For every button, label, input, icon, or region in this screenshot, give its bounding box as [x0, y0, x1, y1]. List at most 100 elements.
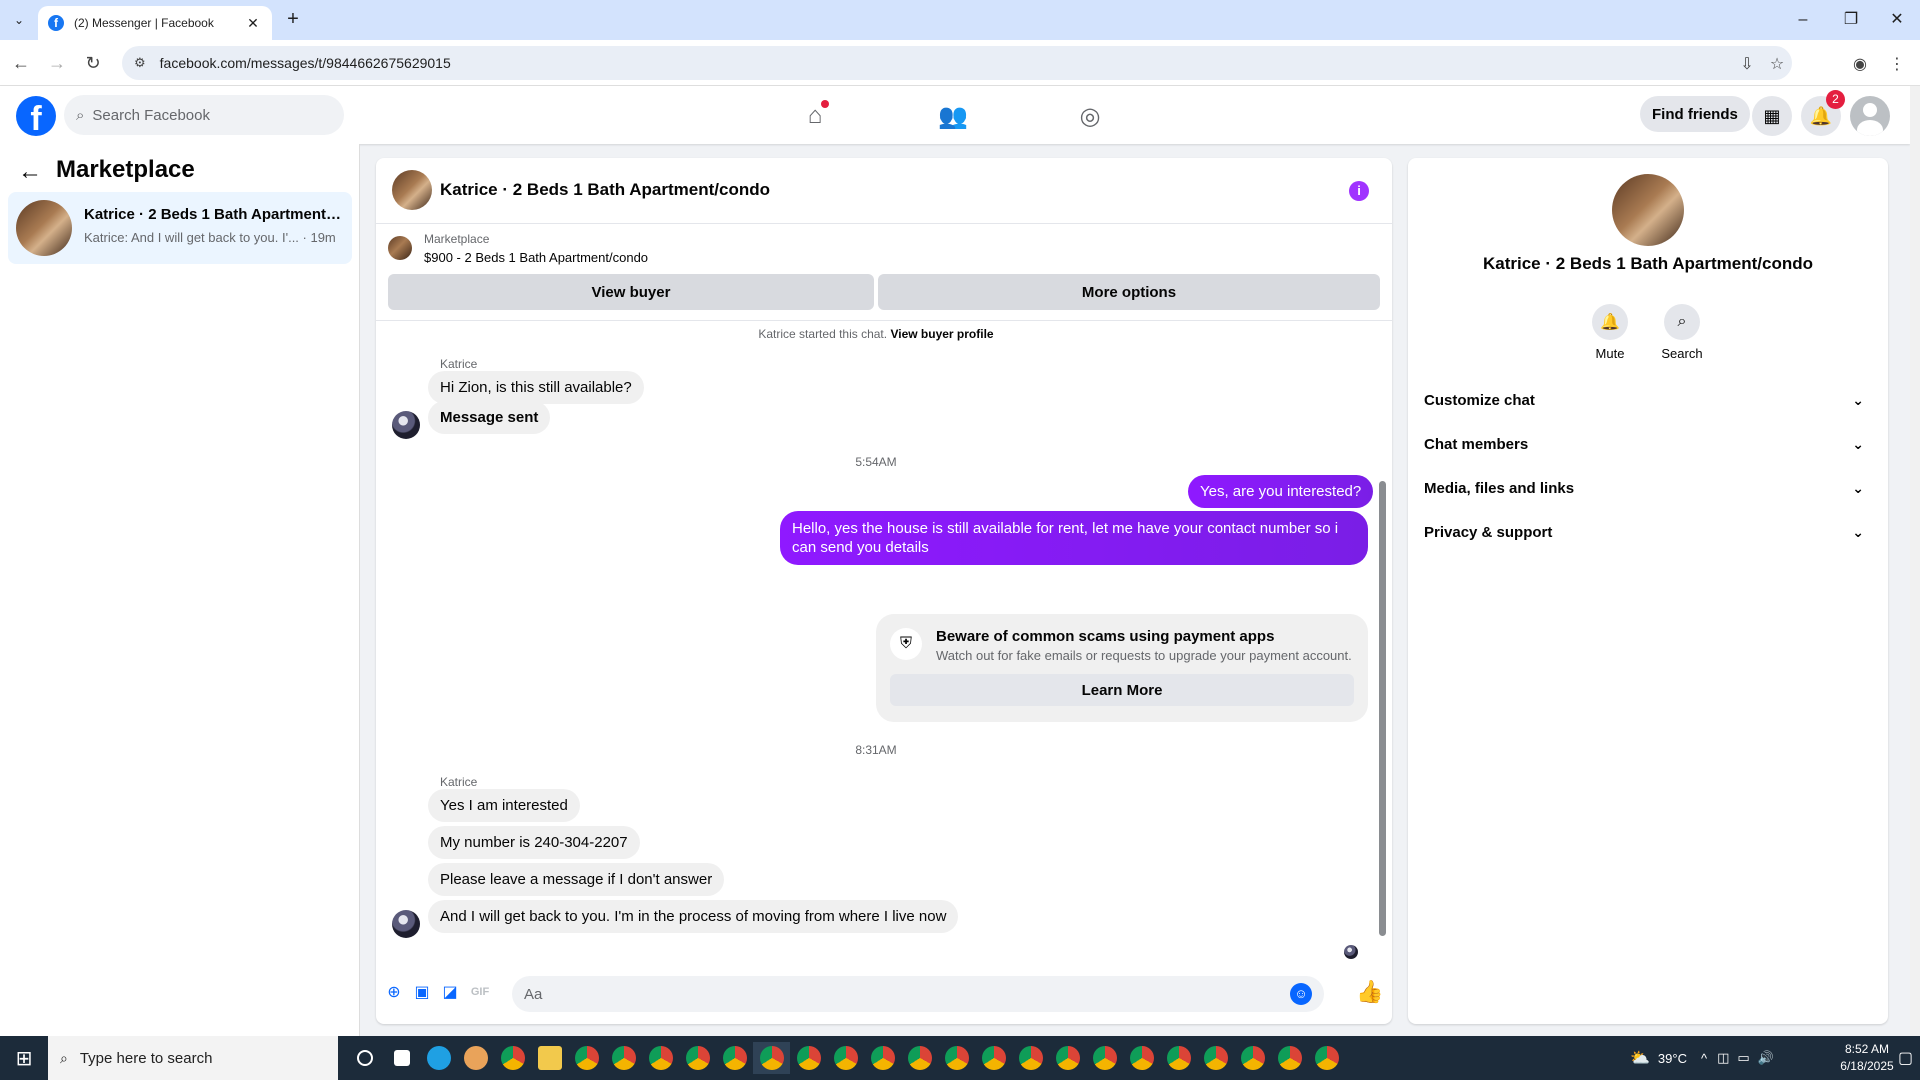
gif-icon[interactable]: GIF — [468, 980, 492, 1004]
plus-circle-icon[interactable]: ⊕ — [382, 980, 406, 1004]
home-notification-dot — [821, 100, 829, 108]
edge-icon[interactable] — [420, 1042, 457, 1074]
info-icon[interactable]: i — [1349, 181, 1369, 201]
chat-members-row[interactable]: Chat members ⌄ — [1424, 426, 1872, 462]
chrome-icon-shape — [722, 1046, 747, 1070]
privacy-support-row[interactable]: Privacy & support ⌄ — [1424, 514, 1872, 550]
site-info-icon[interactable]: ⚙ — [134, 55, 146, 71]
chrome-icon[interactable] — [494, 1042, 531, 1074]
section-label: Privacy & support — [1424, 523, 1553, 541]
widgets-icon[interactable] — [383, 1042, 420, 1074]
shield-icon: ⛨ — [890, 628, 922, 660]
groups-icon[interactable]: ◎ — [1070, 96, 1110, 136]
chrome-icon[interactable] — [1160, 1042, 1197, 1074]
chrome-icon[interactable] — [790, 1042, 827, 1074]
browser-menu-icon[interactable]: ⋮ — [1884, 52, 1910, 78]
view-buyer-button[interactable]: View buyer — [388, 274, 874, 310]
chrome-icon[interactable] — [1308, 1042, 1345, 1074]
chrome-icon-shape — [1203, 1046, 1228, 1070]
chat-header-name[interactable]: Katrice · 2 Beds 1 Bath Apartment/condo — [440, 180, 770, 200]
chrome-icon[interactable] — [568, 1042, 605, 1074]
thread-scroll-thumb[interactable] — [1379, 481, 1386, 936]
chrome-icon[interactable] — [1271, 1042, 1308, 1074]
customize-chat-row[interactable]: Customize chat ⌄ — [1424, 382, 1872, 418]
chat-header-avatar[interactable] — [392, 170, 432, 210]
search-action[interactable]: ⌕ Search — [1652, 304, 1712, 361]
file-explorer-icon[interactable] — [531, 1042, 568, 1074]
browser-tabstrip: ⌄ f (2) Messenger | Facebook ✕ + – ❐ ✕ — [0, 0, 1920, 40]
bookmark-star-icon[interactable]: ☆ — [1764, 52, 1790, 78]
notifications-bell-icon[interactable]: 🔔 2 — [1801, 90, 1845, 136]
browser-tab-messenger[interactable]: f (2) Messenger | Facebook ✕ — [38, 6, 272, 40]
close-window-icon[interactable]: ✕ — [1882, 8, 1912, 32]
search-icon[interactable]: ⌕ — [1664, 304, 1700, 340]
windows-start-icon[interactable]: ⊞ — [0, 1036, 48, 1080]
chrome-icon[interactable] — [975, 1042, 1012, 1074]
task-view-icon[interactable] — [346, 1042, 383, 1074]
chrome-icon[interactable] — [1234, 1042, 1271, 1074]
bell-icon[interactable]: 🔔 — [1592, 304, 1628, 340]
chrome-icon[interactable] — [901, 1042, 938, 1074]
sticker-icon[interactable]: ◪ — [438, 980, 462, 1004]
tab-title: (2) Messenger | Facebook — [74, 16, 214, 30]
chrome-icon[interactable] — [716, 1042, 753, 1074]
temperature[interactable]: 39°C — [1658, 1051, 1687, 1066]
incoming-message: Please leave a message if I don't answer — [428, 863, 725, 896]
back-arrow-icon[interactable]: ← — [18, 158, 42, 186]
forward-icon[interactable]: → — [44, 50, 70, 76]
photo-icon[interactable]: ▣ — [410, 980, 434, 1004]
notification-center-icon[interactable]: ▢ — [1898, 1048, 1913, 1068]
volume-icon[interactable]: 🔊 — [1758, 1050, 1774, 1066]
system-clock[interactable]: 8:52 AM 6/18/2025 — [1832, 1041, 1902, 1075]
page-scrollbar[interactable] — [1910, 86, 1920, 1036]
new-tab-icon[interactable]: + — [282, 8, 304, 31]
camera-icon[interactable]: ◫ — [1717, 1050, 1729, 1066]
taskbar-search-input[interactable]: ⌕ Type here to search — [48, 1036, 338, 1080]
chrome-icon[interactable] — [1049, 1042, 1086, 1074]
find-friends-button[interactable]: Find friends — [1640, 96, 1750, 132]
reload-icon[interactable]: ↻ — [80, 50, 106, 76]
weather-icon[interactable]: ⛅ — [1630, 1048, 1650, 1068]
chrome-icon[interactable] — [1197, 1042, 1234, 1074]
learn-more-button[interactable]: Learn More — [890, 674, 1354, 706]
facebook-search-input[interactable]: ⌕ Search Facebook — [64, 95, 344, 135]
chrome-icon-shape — [685, 1046, 710, 1070]
chrome-icon[interactable] — [827, 1042, 864, 1074]
chrome-icon[interactable] — [1012, 1042, 1049, 1074]
address-bar[interactable]: ⚙ facebook.com/messages/t/98446626756290… — [122, 46, 1792, 80]
chat-start-note: Katrice started this chat. View buyer pr… — [376, 327, 1376, 341]
conversation-item[interactable]: Katrice · 2 Beds 1 Bath Apartment/condo … — [8, 192, 352, 264]
friends-icon[interactable]: 👥 — [933, 96, 973, 136]
chrome-icon-active[interactable] — [753, 1042, 790, 1074]
emoji-icon[interactable]: ☺ — [1290, 983, 1312, 1005]
chrome-icon[interactable] — [642, 1042, 679, 1074]
network-icon[interactable]: ▭ — [1737, 1050, 1749, 1066]
chrome-icon[interactable] — [864, 1042, 901, 1074]
chrome-icon[interactable] — [1123, 1042, 1160, 1074]
home-icon[interactable]: ⌂ — [795, 96, 835, 136]
close-tab-icon[interactable]: ✕ — [244, 15, 262, 32]
media-files-links-row[interactable]: Media, files and links ⌄ — [1424, 470, 1872, 506]
restore-icon[interactable]: ❐ — [1836, 8, 1866, 32]
install-app-icon[interactable]: ⇩ — [1734, 52, 1760, 78]
menu-grid-icon[interactable]: ▦ — [1752, 96, 1792, 136]
mute-action[interactable]: 🔔 Mute — [1580, 304, 1640, 361]
tab-search-chevron-icon[interactable]: ⌄ — [8, 9, 30, 31]
chrome-icon[interactable] — [679, 1042, 716, 1074]
back-icon[interactable]: ← — [8, 50, 34, 76]
thread-scrollbar[interactable] — [1377, 331, 1387, 951]
tray-chevron-up-icon[interactable]: ^ — [1701, 1051, 1707, 1066]
view-buyer-profile-link[interactable]: View buyer profile — [890, 327, 993, 341]
facebook-logo-icon[interactable]: f — [16, 96, 56, 136]
thumbs-up-icon[interactable]: 👍 — [1356, 979, 1383, 1004]
profile-icon[interactable]: ◉ — [1847, 52, 1873, 78]
more-options-button[interactable]: More options — [878, 274, 1380, 310]
app-icon[interactable] — [457, 1042, 494, 1074]
chrome-icon[interactable] — [1086, 1042, 1123, 1074]
minimize-icon[interactable]: – — [1788, 8, 1818, 32]
chrome-icon[interactable] — [938, 1042, 975, 1074]
chrome-icon-shape — [1092, 1046, 1117, 1070]
message-input[interactable]: Aa ☺ — [512, 976, 1324, 1012]
account-avatar[interactable] — [1850, 96, 1890, 136]
chrome-icon[interactable] — [605, 1042, 642, 1074]
